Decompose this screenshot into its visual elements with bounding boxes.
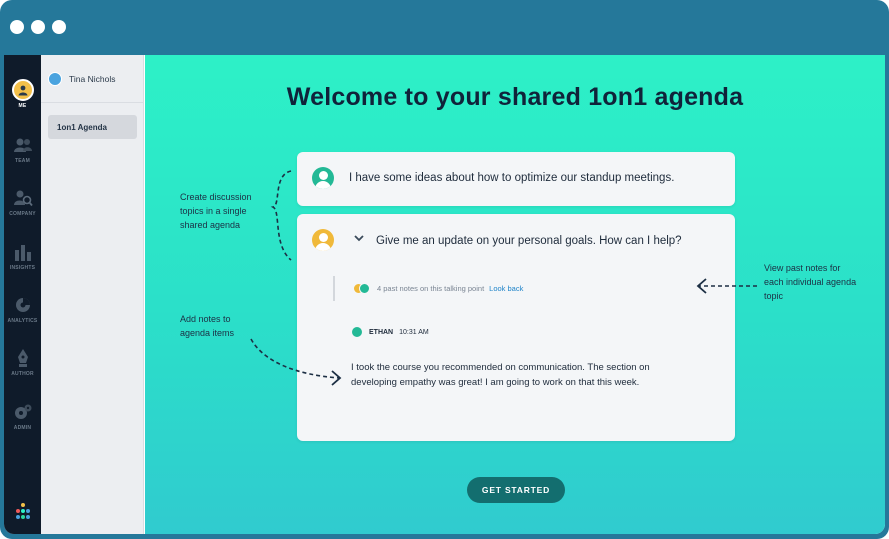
user-avatar-icon [11,79,34,101]
get-started-button[interactable]: GET STARTED [467,477,565,503]
rail-item-analytics[interactable]: ANALYTICS [4,294,41,324]
window-controls [10,20,66,34]
agenda-item-text: Give me an update on your personal goals… [376,235,682,247]
sidebar-item-1on1-agenda[interactable]: 1on1 Agenda [48,115,137,139]
note-timestamp: 10:31 AM [399,328,429,336]
window-dot-maximize[interactable] [52,20,66,34]
user-profile[interactable]: Tina Nichols [41,55,144,103]
agenda-item-card-expanded[interactable]: Give me an update on your personal goals… [297,214,735,441]
past-notes-row: 4 past notes on this talking point Look … [333,276,523,301]
note-header: ETHAN 10:31 AM [351,326,429,338]
annotation-view-past-notes: View past notes for each individual agen… [764,263,857,301]
rail-label: INSIGHTS [9,265,36,271]
pen-icon [12,347,34,369]
rail-label: AUTHOR [11,371,34,377]
rail-item-insights[interactable]: INSIGHTS [4,241,41,271]
bar-chart-icon [12,241,34,263]
avatar [359,283,370,294]
avatar [48,71,62,86]
app-logo-icon [16,503,30,519]
app-area: ME TEAM COMPANY INSIGHTS ANALYTICS AUTHO… [4,55,885,534]
avatar [312,229,334,251]
rail-item-author[interactable]: AUTHOR [4,347,41,377]
annotation-create-topics: Create discussion topics in a single sha… [180,192,252,230]
avatar [312,167,334,189]
pie-chart-icon [12,294,34,316]
look-back-link[interactable]: Look back [489,284,523,293]
main-content: Welcome to your shared 1on1 agenda I hav… [145,55,885,534]
company-search-icon [12,187,34,209]
rail-label: ADMIN [13,425,32,431]
rail-item-company[interactable]: COMPANY [4,187,41,217]
page-title: Welcome to your shared 1on1 agenda [286,83,744,111]
team-icon [12,134,34,156]
gear-icon [12,401,34,423]
rail-label: ANALYTICS [7,318,38,324]
sidebar: Tina Nichols 1on1 Agenda [41,55,144,534]
rail-label: TEAM [15,158,30,164]
rail-item-team[interactable]: TEAM [4,134,41,164]
rail-item-me[interactable]: ME [4,79,41,109]
icon-rail: ME TEAM COMPANY INSIGHTS ANALYTICS AUTHO… [4,55,41,534]
agenda-item-card[interactable]: I have some ideas about how to optimize … [297,152,735,206]
browser-window: ME TEAM COMPANY INSIGHTS ANALYTICS AUTHO… [0,0,889,539]
window-dot-minimize[interactable] [31,20,45,34]
chevron-down-icon[interactable] [353,233,365,243]
rail-item-admin[interactable]: ADMIN [4,401,41,431]
agenda-item-text: I have some ideas about how to optimize … [349,172,675,184]
user-name: Tina Nichols [69,73,116,84]
dashed-brace [270,170,292,261]
past-notes-count: 4 past notes on this talking point [377,284,485,293]
note-author: ETHAN [369,328,394,336]
rail-label: COMPANY [9,211,36,217]
annotation-add-notes: Add notes to agenda items [180,314,235,338]
rail-label: ME [18,103,27,109]
window-dot-close[interactable] [10,20,24,34]
note-body[interactable]: I took the course you recommended on com… [351,360,681,390]
avatar [351,326,363,338]
